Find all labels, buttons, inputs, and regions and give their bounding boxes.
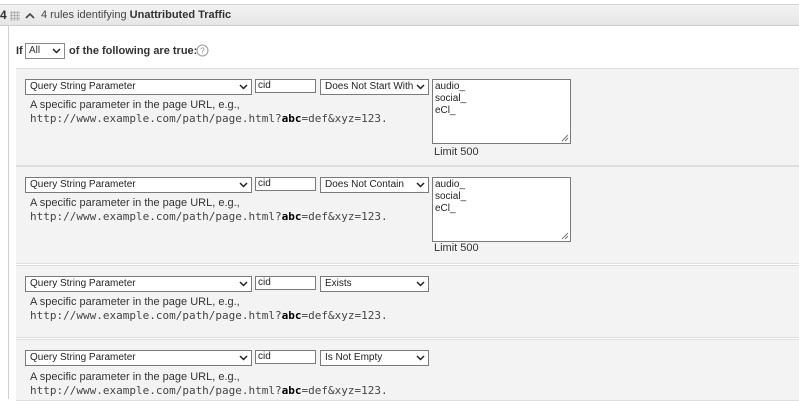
operator-select-value: Does Not Contain <box>325 179 404 190</box>
condition-text: of the following are true: <box>69 45 198 57</box>
example-url-query: =def&xyz=123. <box>301 210 388 223</box>
operator-select[interactable]: Does Not Start With <box>320 79 429 95</box>
rule-group-header[interactable]: 4 4 rules identifying Unattributed Traff… <box>0 4 799 26</box>
field-description: A specific parameter in the page URL, e.… <box>30 295 388 323</box>
rule-number: 4 <box>0 8 7 22</box>
description-text: A specific parameter in the page URL, e.… <box>30 197 240 209</box>
chevron-down-icon <box>416 182 425 188</box>
rule-row: Query String Parameter cid Does Not Cont… <box>16 166 799 264</box>
field-description: A specific parameter in the page URL, e.… <box>30 196 388 224</box>
chevron-down-icon <box>416 84 425 90</box>
operator-select-value: Is Not Empty <box>325 352 383 363</box>
example-url-query: =def&xyz=123. <box>301 309 388 322</box>
example-url-base: http://www.example.com/path/page.html? <box>30 309 282 322</box>
field-select[interactable]: Query String Parameter <box>25 350 252 366</box>
help-icon[interactable]: ? <box>196 44 209 57</box>
example-url: http://www.example.com/path/page.html?ab… <box>30 112 388 126</box>
drag-handle-icon[interactable] <box>10 11 20 21</box>
example-url: http://www.example.com/path/page.html?ab… <box>30 384 388 398</box>
example-url: http://www.example.com/path/page.html?ab… <box>30 210 388 224</box>
chevron-down-icon <box>52 48 61 54</box>
example-url-base: http://www.example.com/path/page.html? <box>30 112 282 125</box>
limit-label: Limit 500 <box>434 242 479 254</box>
example-url-param: abc <box>281 112 302 125</box>
chevron-down-icon <box>416 355 425 361</box>
value-line: eCl_ <box>435 203 456 214</box>
rule-row: Query String Parameter cid Does Not Star… <box>16 68 799 166</box>
example-url-query: =def&xyz=123. <box>301 384 388 397</box>
operator-select-value: Exists <box>325 278 352 289</box>
example-url-param: abc <box>281 309 302 322</box>
description-text: A specific parameter in the page URL, e.… <box>30 371 240 383</box>
chevron-down-icon <box>239 84 248 90</box>
value-line: social_ <box>435 93 467 104</box>
rule-editor: 4 4 rules identifying Unattributed Traff… <box>0 0 799 401</box>
match-select-value: All <box>29 45 41 56</box>
resize-grip-icon[interactable] <box>561 232 569 240</box>
chevron-down-icon <box>239 355 248 361</box>
value-line: eCl_ <box>435 105 456 116</box>
rule-group-title-prefix: 4 rules identifying <box>41 9 130 21</box>
rule-group-title: 4 rules identifying Unattributed Traffic <box>41 9 231 21</box>
values-textarea[interactable]: audio_ social_ eCl_ <box>432 177 571 242</box>
operator-select[interactable]: Exists <box>320 276 429 292</box>
resize-grip-icon[interactable] <box>561 134 569 142</box>
field-select-value: Query String Parameter <box>30 352 136 363</box>
rule-group-title-name: Unattributed Traffic <box>129 9 232 21</box>
field-select-value: Query String Parameter <box>30 81 136 92</box>
example-url-base: http://www.example.com/path/page.html? <box>30 384 282 397</box>
operator-select[interactable]: Does Not Contain <box>320 177 429 193</box>
parameter-input[interactable]: cid <box>255 177 316 191</box>
chevron-down-icon <box>239 281 248 287</box>
gutter-divider <box>8 26 9 399</box>
operator-select[interactable]: Is Not Empty <box>320 350 429 366</box>
value-line: social_ <box>435 191 467 202</box>
example-url: http://www.example.com/path/page.html?ab… <box>30 309 388 323</box>
field-description: A specific parameter in the page URL, e.… <box>30 98 388 126</box>
example-url-param: abc <box>281 384 302 397</box>
field-description: A specific parameter in the page URL, e.… <box>30 370 388 398</box>
parameter-input[interactable]: cid <box>255 276 316 290</box>
rule-row: Query String Parameter cid Is Not Empty … <box>16 339 799 401</box>
svg-text:?: ? <box>200 47 205 56</box>
chevron-down-icon <box>416 281 425 287</box>
operator-select-value: Does Not Start With <box>325 81 414 92</box>
rule-row: Query String Parameter cid Exists A spec… <box>16 265 799 338</box>
parameter-input[interactable]: cid <box>255 79 316 93</box>
chevron-up-icon[interactable] <box>24 10 36 22</box>
field-select[interactable]: Query String Parameter <box>25 79 252 95</box>
if-label: If <box>16 45 23 57</box>
field-select-value: Query String Parameter <box>30 179 136 190</box>
example-url-base: http://www.example.com/path/page.html? <box>30 210 282 223</box>
match-select[interactable]: All <box>25 43 65 59</box>
description-text: A specific parameter in the page URL, e.… <box>30 296 240 308</box>
field-select[interactable]: Query String Parameter <box>25 276 252 292</box>
field-select[interactable]: Query String Parameter <box>25 177 252 193</box>
limit-label: Limit 500 <box>434 146 479 158</box>
value-line: audio_ <box>435 81 466 92</box>
example-url-query: =def&xyz=123. <box>301 112 388 125</box>
example-url-param: abc <box>281 210 302 223</box>
values-textarea[interactable]: audio_ social_ eCl_ <box>432 79 571 144</box>
value-line: audio_ <box>435 179 466 190</box>
description-text: A specific parameter in the page URL, e.… <box>30 99 240 111</box>
chevron-down-icon <box>239 182 248 188</box>
parameter-input[interactable]: cid <box>255 350 316 364</box>
field-select-value: Query String Parameter <box>30 278 136 289</box>
